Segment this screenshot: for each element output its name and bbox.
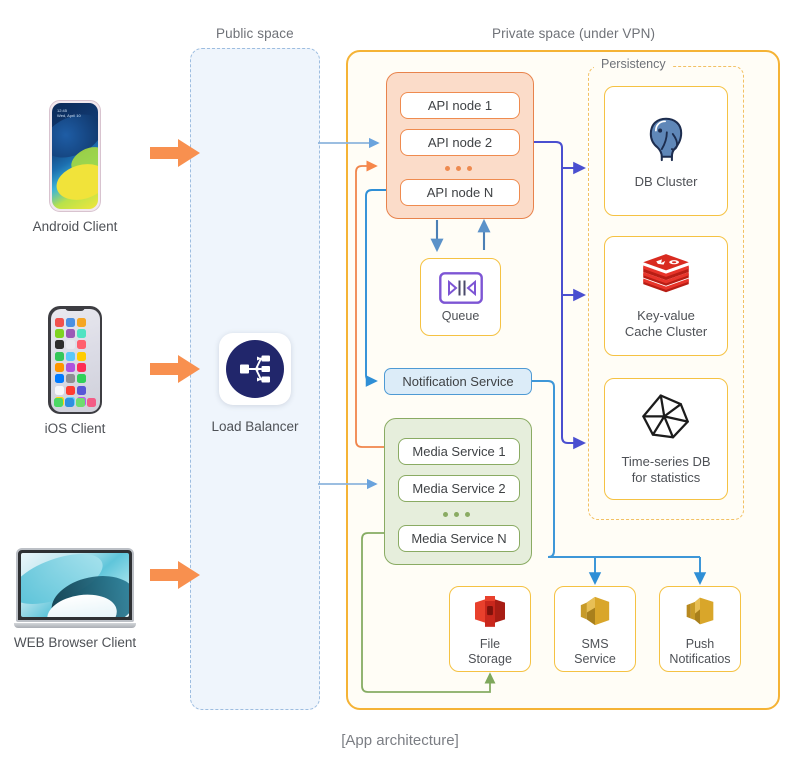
ios-app-icon: [77, 340, 87, 350]
push-notifications-card[interactable]: Push Notificatios: [659, 586, 741, 672]
android-status-date: Wed, April 10: [57, 113, 81, 118]
ios-app-icon: [77, 351, 87, 361]
ios-app-icon: [54, 351, 64, 361]
ios-app-icon: [65, 374, 75, 384]
persistency-label: Persistency: [594, 57, 673, 71]
client-web: WEB Browser Client: [8, 548, 142, 650]
ios-app-icon: [77, 374, 87, 384]
ios-app-icon: [65, 317, 75, 327]
file-storage-card[interactable]: File Storage: [449, 586, 531, 672]
ios-app-icon: [54, 385, 64, 395]
ios-app-icon: [54, 363, 64, 373]
sms-service-label: SMS Service: [574, 637, 616, 666]
sns-gold-stack-icon: [686, 597, 714, 625]
ios-app-icon: [65, 363, 75, 373]
queue-card[interactable]: Queue: [420, 258, 501, 336]
media-ellipsis: [443, 512, 470, 517]
media-service-1[interactable]: Media Service 1: [398, 438, 520, 465]
public-space-label: Public space: [216, 26, 294, 41]
api-node-n[interactable]: API node N: [400, 179, 520, 206]
diagram-caption: [App architecture]: [341, 732, 459, 749]
ios-app-icon: [65, 328, 75, 338]
ios-app-icon: [54, 374, 64, 384]
ios-app-icon: [65, 385, 75, 395]
api-node-1[interactable]: API node 1: [400, 92, 520, 119]
ios-app-icon: [54, 340, 64, 350]
private-space-label: Private space (under VPN): [492, 26, 656, 41]
ios-app-icon: [77, 363, 87, 373]
load-balancer-icon: [226, 340, 284, 398]
notification-service-card[interactable]: Notification Service: [384, 368, 532, 395]
media-service-2[interactable]: Media Service 2: [398, 475, 520, 502]
api-node-group: API node 1 API node 2 API node N: [386, 72, 534, 219]
sns-gold-icon: [580, 596, 610, 626]
ios-app-icon: [54, 328, 64, 338]
media-service-n[interactable]: Media Service N: [398, 525, 520, 552]
client-label-web: WEB Browser Client: [13, 635, 137, 650]
cache-cluster-card[interactable]: Key-value Cache Cluster: [604, 236, 728, 356]
ios-app-icon: [65, 351, 75, 361]
iphone-icon: [48, 306, 102, 414]
db-cluster-label: DB Cluster: [634, 174, 698, 189]
polyhedron-icon: [642, 394, 689, 439]
queue-label: Queue: [441, 308, 480, 323]
android-phone-icon: 12:45 Wed, April 10: [49, 100, 101, 212]
ios-app-icon: [65, 340, 75, 350]
laptop-icon: [14, 548, 136, 628]
ios-app-icon: [77, 317, 87, 327]
queue-icon: [438, 271, 483, 304]
ios-app-icon: [77, 328, 87, 338]
client-ios: iOS Client: [8, 306, 142, 436]
cache-cluster-label: Key-value Cache Cluster: [624, 308, 708, 339]
timeseries-db-label: Time-series DB for statistics: [621, 454, 711, 485]
media-service-group: Media Service 1 Media Service 2 Media Se…: [384, 418, 532, 565]
load-balancer-label: Load Balancer: [211, 419, 299, 434]
api-node-2[interactable]: API node 2: [400, 129, 520, 156]
load-balancer-card: [219, 333, 291, 405]
timeseries-db-card[interactable]: Time-series DB for statistics: [604, 378, 728, 500]
ios-app-icon: [77, 385, 87, 395]
architecture-diagram: Public space Private space (under VPN) P…: [0, 0, 800, 777]
ios-app-icon: [54, 317, 64, 327]
db-cluster-card[interactable]: DB Cluster: [604, 86, 728, 216]
redis-icon: [643, 254, 689, 293]
postgresql-elephant-icon: [649, 117, 683, 162]
client-label-android: Android Client: [32, 219, 118, 234]
client-android: 12:45 Wed, April 10 Android Client: [8, 100, 142, 234]
client-label-ios: iOS Client: [44, 421, 106, 436]
s3-bucket-icon: [475, 596, 505, 627]
sms-service-card[interactable]: SMS Service: [554, 586, 636, 672]
api-ellipsis: [445, 166, 472, 171]
file-storage-label: File Storage: [468, 637, 512, 666]
push-notifications-label: Push Notificatios: [669, 637, 731, 666]
